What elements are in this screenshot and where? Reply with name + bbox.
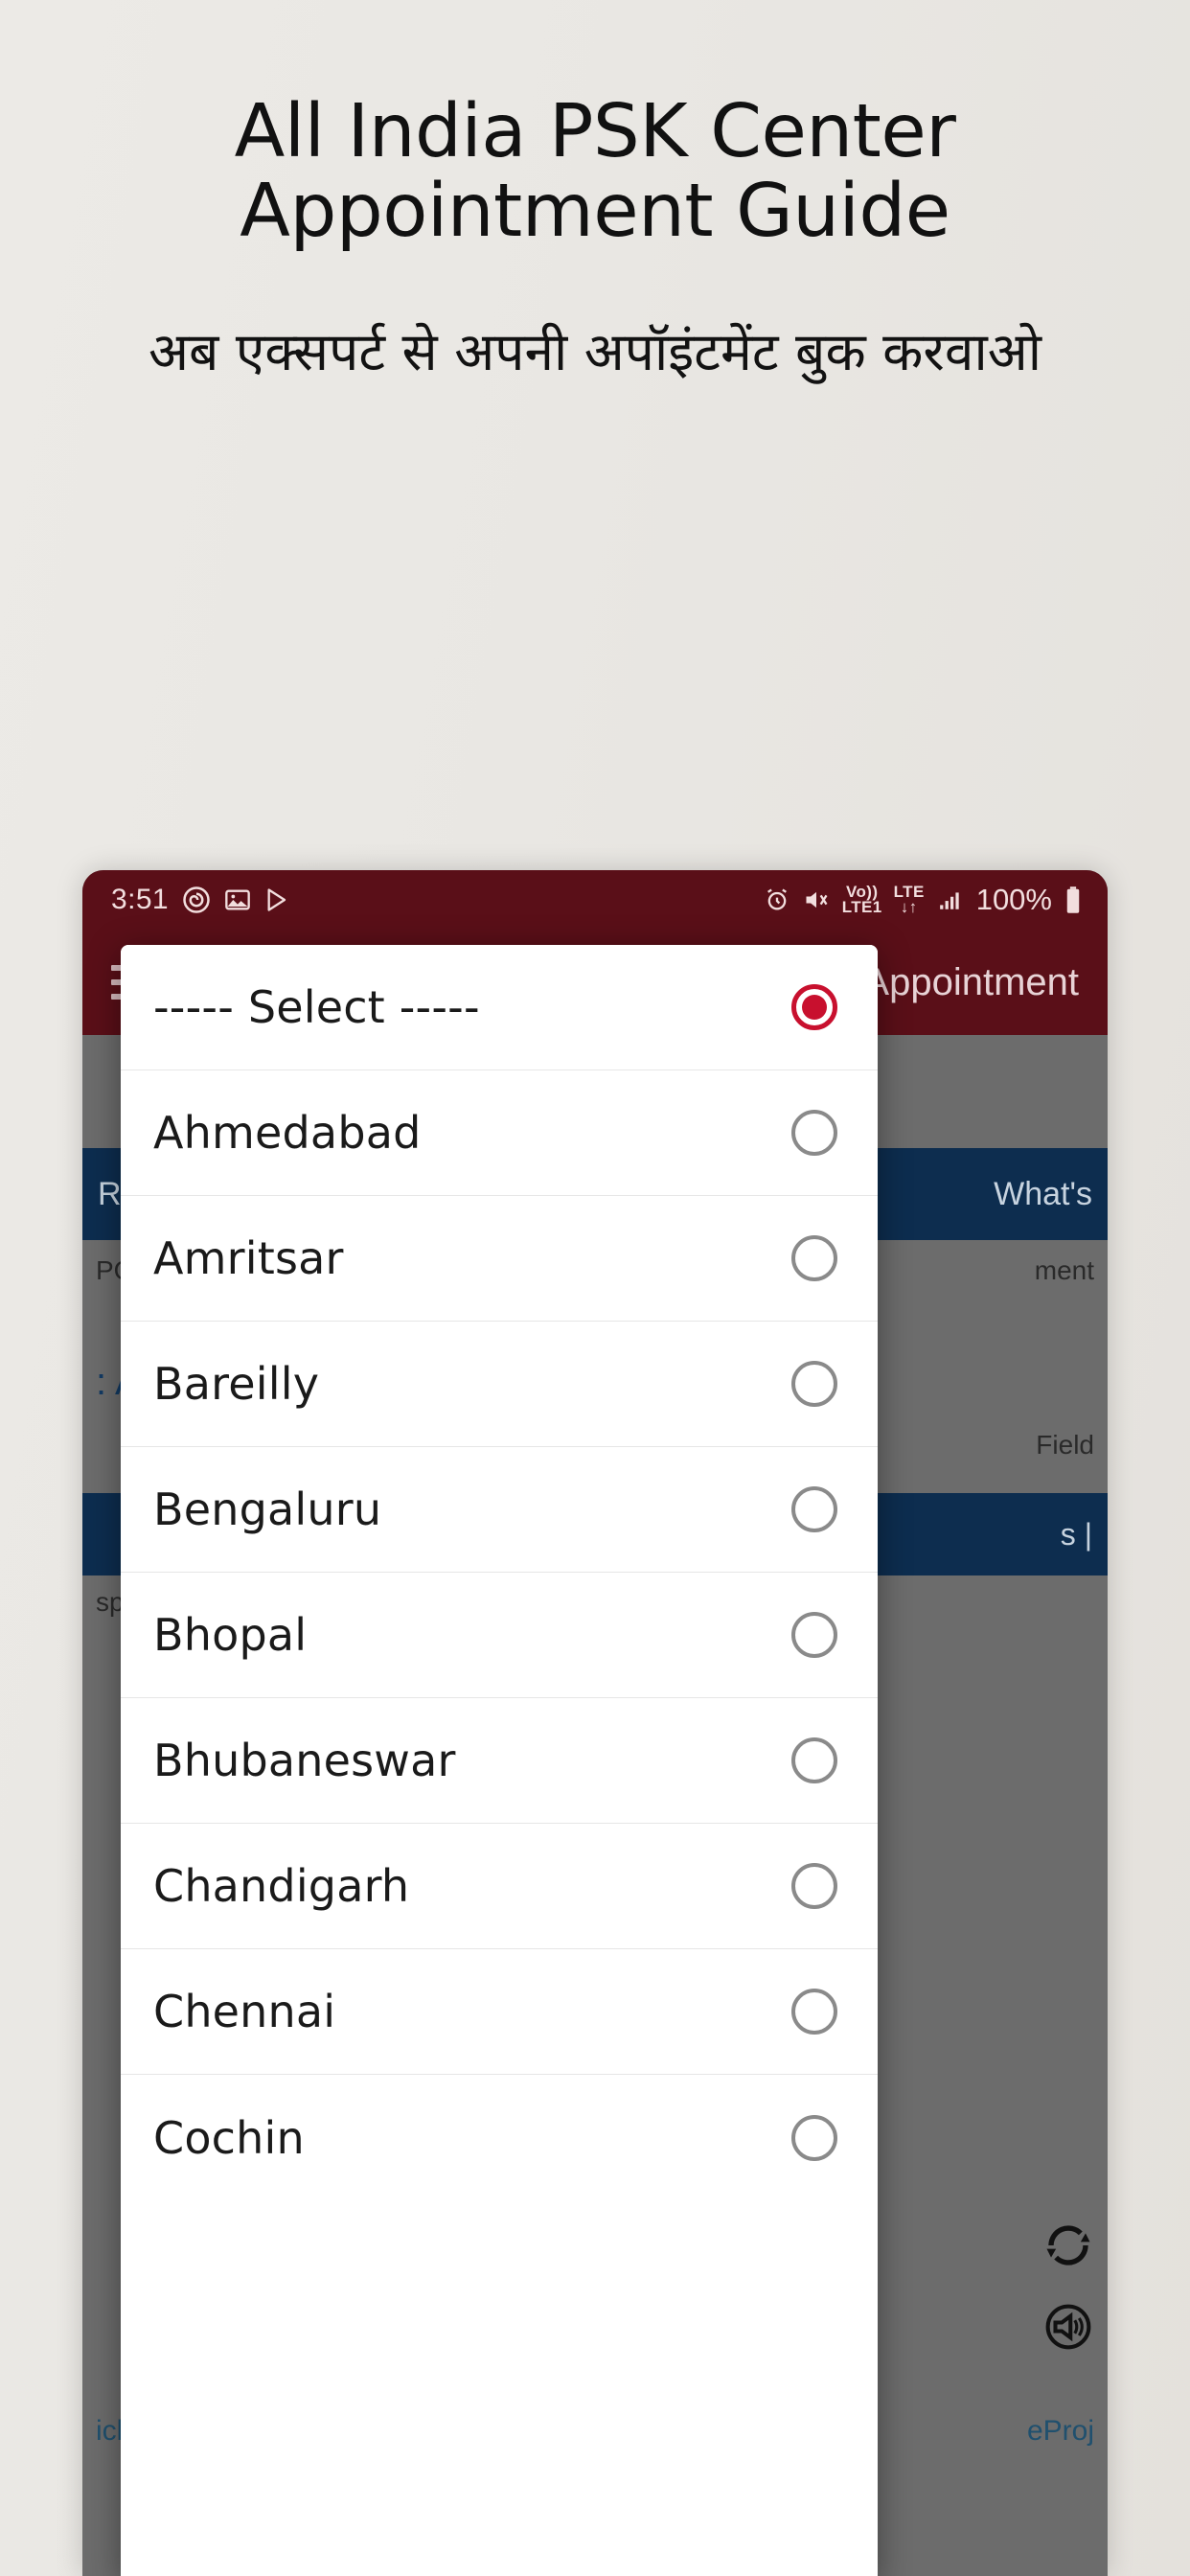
dialog-option-label: ----- Select ----- <box>153 981 480 1033</box>
play-store-icon <box>264 886 291 913</box>
radio-button[interactable] <box>791 1486 837 1532</box>
dialog-option-label: Cochin <box>153 2111 305 2164</box>
dialog-option[interactable]: Chennai <box>121 1949 878 2075</box>
radio-button[interactable] <box>791 1989 837 2035</box>
city-select-dialog[interactable]: ----- Select ----- Ahmedabad Amritsar Barei… <box>121 945 878 2576</box>
radio-button[interactable] <box>791 1361 837 1407</box>
radio-button[interactable] <box>791 2114 837 2161</box>
status-bar-right: Vo)) LTE1 LTE ↓↑ 100% <box>764 883 1083 917</box>
dialog-option-label: Chandigarh <box>153 1860 410 1912</box>
radio-button-selected[interactable] <box>791 984 837 1030</box>
speaker-icon[interactable] <box>1042 2301 1094 2358</box>
page-title: All India PSK Center Appointment Guide <box>234 89 956 255</box>
dialog-option[interactable]: Bareilly <box>121 1322 878 1447</box>
status-bar-clock: 3:51 <box>111 884 169 915</box>
signal-bars-icon <box>936 887 965 912</box>
dialog-option[interactable]: ----- Select ----- <box>121 945 878 1070</box>
radio-button[interactable] <box>791 1863 837 1909</box>
radio-button[interactable] <box>791 1612 837 1658</box>
dialog-option-label: Bengaluru <box>153 1484 382 1535</box>
gallery-icon <box>224 886 251 913</box>
radio-button[interactable] <box>791 1235 837 1281</box>
dialog-option[interactable]: Amritsar <box>121 1196 878 1322</box>
lte-data-icon: LTE ↓↑ <box>893 883 925 916</box>
refresh-icon[interactable] <box>1042 2220 1094 2276</box>
phone-screenshot: 3:51 Vo)) LTE1 LTE ↓↑ 100% Appointment W… <box>82 870 1108 2576</box>
background-right-icons <box>1042 2220 1094 2358</box>
dialog-option-label: Chennai <box>153 1986 336 2037</box>
dialog-option[interactable]: Chandigarh <box>121 1824 878 1949</box>
dialog-option[interactable]: Bengaluru <box>121 1447 878 1573</box>
status-bar-left: 3:51 <box>111 884 291 916</box>
dialog-option[interactable]: Cochin <box>121 2075 878 2200</box>
vibrate-mute-icon <box>802 886 831 913</box>
battery-percent: 100% <box>975 883 1052 916</box>
radio-button[interactable] <box>791 1110 837 1156</box>
promo-subtitle-hindi: अब एक्सपर्ट से अपनी अपॉइंटमेंट बुक करवाओ <box>148 321 1042 383</box>
dialog-option-label: Ahmedabad <box>153 1107 422 1159</box>
dialog-option-label: Bhopal <box>153 1609 308 1661</box>
battery-full-icon <box>1064 886 1083 914</box>
dialog-option[interactable]: Bhubaneswar <box>121 1698 878 1824</box>
dialog-option-label: Bhubaneswar <box>153 1735 456 1786</box>
background-whats-label: What's <box>994 1175 1092 1212</box>
promo-header: All India PSK Center Appointment Guide अ… <box>0 0 1190 391</box>
dialog-option-label: Amritsar <box>153 1232 344 1284</box>
volte-icon: Vo)) LTE1 <box>841 883 882 916</box>
status-bar: 3:51 Vo)) LTE1 LTE ↓↑ 100% <box>82 870 1108 930</box>
radio-button[interactable] <box>791 1737 837 1783</box>
spiral-app-icon <box>182 886 211 914</box>
alarm-icon <box>764 886 790 913</box>
dialog-option[interactable]: Bhopal <box>121 1573 878 1698</box>
background-tabs-label: s | <box>1060 1516 1092 1552</box>
dialog-option-label: Bareilly <box>153 1358 320 1410</box>
dialog-option[interactable]: Ahmedabad <box>121 1070 878 1196</box>
